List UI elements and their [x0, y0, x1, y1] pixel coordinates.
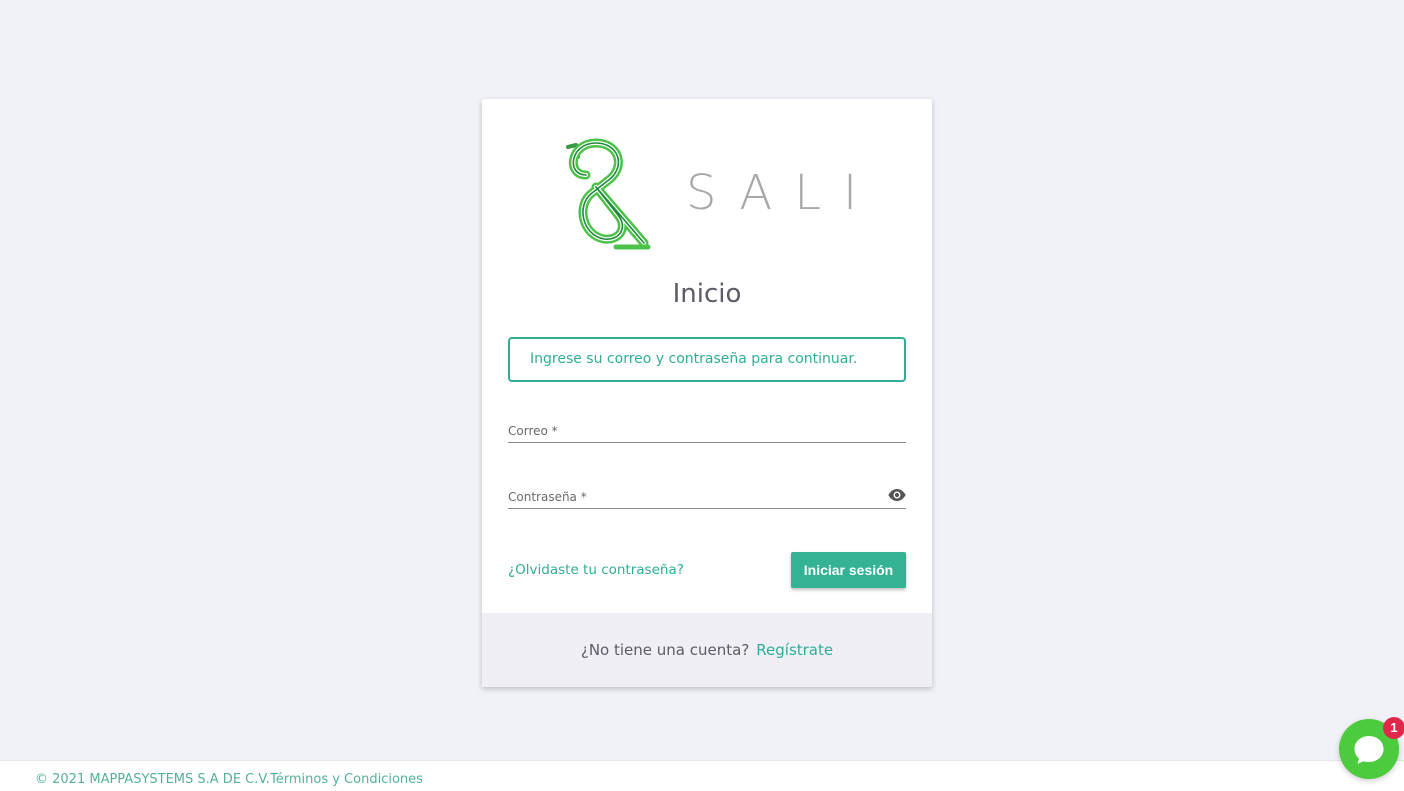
page-footer: © 2021 MAPPASYSTEMS S.A DE C.V. Términos…: [0, 760, 1404, 791]
info-alert: Ingrese su correo y contraseña para cont…: [508, 337, 906, 382]
email-input[interactable]: [508, 417, 906, 442]
copyright-text: © 2021 MAPPASYSTEMS S.A DE C.V.: [35, 772, 270, 787]
eye-icon[interactable]: [888, 488, 906, 502]
sali-logo: SALI: [556, 135, 857, 250]
no-account-text: ¿No tiene una cuenta?: [580, 641, 750, 659]
login-card: SALI Inicio Ingrese su correo y contrase…: [482, 99, 932, 687]
sali-logo-mark: [566, 138, 651, 250]
page-title: Inicio: [672, 279, 742, 309]
register-prompt: ¿No tiene una cuenta? Regístrate: [482, 613, 932, 687]
forgot-password-link[interactable]: ¿Olvidaste tu contraseña?: [508, 562, 684, 578]
email-field[interactable]: Correo *: [508, 417, 906, 443]
register-link[interactable]: Regístrate: [756, 641, 833, 659]
chat-bubble-icon: [1354, 736, 1384, 764]
password-input[interactable]: [508, 483, 906, 508]
login-button[interactable]: Iniciar sesión: [791, 552, 906, 588]
sali-wordmark: SALI: [686, 165, 880, 221]
chat-notification-badge: 1: [1383, 717, 1404, 739]
terms-link[interactable]: Términos y Condiciones: [270, 772, 423, 787]
password-field[interactable]: Contraseña *: [508, 483, 906, 509]
